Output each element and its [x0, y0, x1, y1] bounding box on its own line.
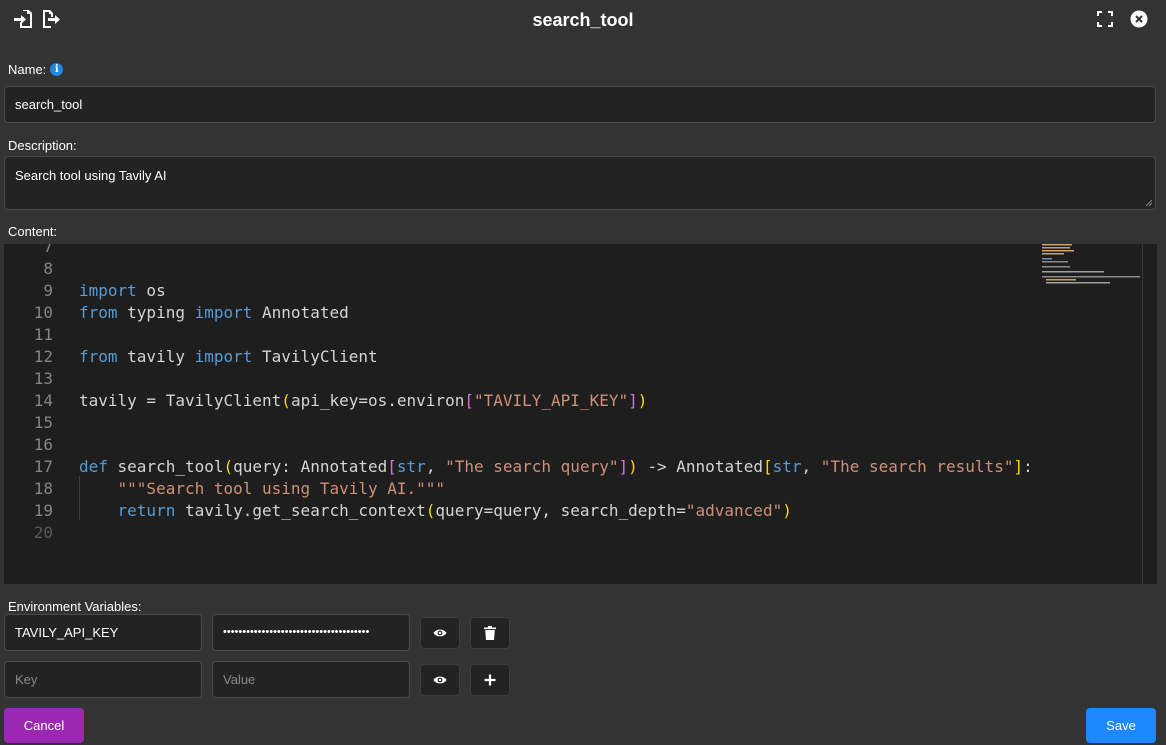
description-text: Search tool using Tavily AI: [15, 168, 167, 183]
line-number: 15: [33, 413, 53, 432]
close-icon[interactable]: [1128, 8, 1150, 30]
resize-grip-icon[interactable]: [1145, 199, 1153, 207]
line-number: 12: [33, 347, 53, 366]
save-button[interactable]: Save: [1086, 708, 1156, 743]
line-number: 20: [33, 523, 53, 542]
line-number: 13: [33, 369, 53, 388]
code-line: 9 import os: [4, 280, 1142, 302]
eye-icon: [433, 676, 447, 684]
code-line: 16: [4, 434, 1142, 456]
line-number: 14: [33, 391, 53, 410]
line-number: 19: [33, 501, 53, 520]
name-input[interactable]: search_tool: [4, 86, 1156, 123]
env-value-input[interactable]: ••••••••••••••••••••••••••••••••••••••: [212, 614, 410, 651]
code-editor[interactable]: 7 8 9 import os 10 from typing import Anno…: [4, 244, 1157, 584]
line-number: 11: [33, 325, 53, 344]
code-line: 12 from tavily import TavilyClient: [4, 346, 1142, 368]
delete-env-button[interactable]: [470, 617, 510, 649]
plus-icon: [484, 674, 496, 686]
code-line: 17 def search_tool(query: Annotated[str, …: [4, 456, 1142, 478]
code-line: 8: [4, 258, 1142, 280]
title-bar: search_tool: [0, 0, 1166, 40]
line-number: 17: [33, 457, 53, 476]
add-env-button[interactable]: [470, 664, 510, 696]
line-number: 10: [33, 303, 53, 322]
info-icon[interactable]: i: [50, 63, 64, 76]
editor-scrollbar[interactable]: [1143, 244, 1157, 584]
toggle-new-visibility-button[interactable]: [420, 664, 460, 696]
code-line: 15: [4, 412, 1142, 434]
name-label-text: Name:: [8, 62, 47, 77]
eye-icon: [433, 629, 447, 637]
code-line: 20: [4, 522, 1142, 544]
new-value-input[interactable]: Value: [212, 661, 410, 698]
line-number: 18: [33, 479, 53, 498]
code-line: 7: [4, 244, 1142, 258]
description-label: Description:: [8, 138, 77, 153]
env-key-input[interactable]: TAVILY_API_KEY: [4, 614, 202, 651]
cancel-button[interactable]: Cancel: [4, 708, 84, 743]
code-minimap[interactable]: [1038, 244, 1142, 584]
env-label: Environment Variables:: [8, 599, 142, 614]
name-label: Name: i: [8, 62, 64, 77]
new-key-input[interactable]: Key: [4, 661, 202, 698]
code-line: 13: [4, 368, 1142, 390]
code-line: 11: [4, 324, 1142, 346]
line-number: 8: [43, 259, 53, 278]
code-line: 14 tavily = TavilyClient(api_key=os.envir…: [4, 390, 1142, 412]
indent-guide: [79, 476, 80, 520]
line-number: 9: [43, 281, 53, 300]
content-label: Content:: [8, 224, 58, 239]
code-line: 10 from typing import Annotated: [4, 302, 1142, 324]
fullscreen-icon[interactable]: [1094, 8, 1116, 30]
code-line: 19 return tavily.get_search_context(quer…: [4, 500, 1142, 522]
line-number: 7: [43, 244, 53, 256]
code-line: 18 """Search tool using Tavily AI.""": [4, 478, 1142, 500]
toggle-visibility-button[interactable]: [420, 617, 460, 649]
dialog-title: search_tool: [532, 10, 634, 30]
line-number: 16: [33, 435, 53, 454]
trash-icon: [484, 626, 496, 640]
description-textarea[interactable]: Search tool using Tavily AI: [4, 156, 1156, 210]
